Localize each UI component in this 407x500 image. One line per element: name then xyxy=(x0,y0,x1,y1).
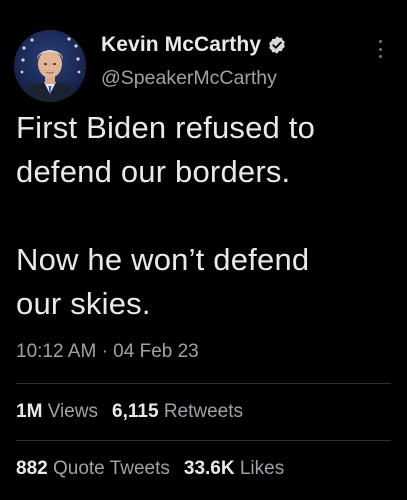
retweets-count: 6,115 xyxy=(112,401,159,422)
quote-label: Quote Tweets xyxy=(52,458,170,479)
divider xyxy=(16,440,391,441)
tweet-text: First Biden refused to defend our border… xyxy=(16,106,401,326)
author-display-name[interactable]: Kevin McCarthy xyxy=(101,33,261,57)
likes-stat[interactable]: 33.6K Likes xyxy=(184,458,284,480)
tweet-text-line: First Biden refused to xyxy=(16,110,316,145)
quote-count: 882 xyxy=(16,458,48,479)
dot xyxy=(378,47,382,51)
author-handle[interactable]: @SpeakerMcCarthy xyxy=(101,67,277,90)
dot xyxy=(378,40,382,43)
tweet-timestamp[interactable]: 10:12 AM · 04 Feb 23 xyxy=(16,341,199,363)
likes-label: Likes xyxy=(239,458,285,479)
divider xyxy=(16,383,391,384)
views-count: 1M xyxy=(16,401,43,422)
avatar[interactable] xyxy=(14,30,86,102)
views-stat[interactable]: 1M Views xyxy=(16,401,98,423)
more-options-icon[interactable] xyxy=(374,38,386,60)
tweet-text-line: our skies. xyxy=(16,286,151,321)
retweets-label: Retweets xyxy=(163,401,244,422)
timestamp-separator: · xyxy=(101,341,108,362)
views-label: Views xyxy=(47,401,99,422)
tweet-text-line: defend our borders. xyxy=(16,154,291,189)
tweet-date: 04 Feb 23 xyxy=(113,341,199,362)
tweet-time: 10:12 AM xyxy=(16,341,97,362)
verified-badge-icon xyxy=(267,35,287,55)
dot xyxy=(378,55,382,58)
author-name-row: Kevin McCarthy xyxy=(101,33,287,57)
profile-photo-icon xyxy=(14,30,86,102)
tweet-card: Kevin McCarthy @SpeakerMcCarthy First Bi… xyxy=(0,0,407,500)
stats-row-quotes-likes: 882 Quote Tweets 33.6K Likes xyxy=(16,458,298,480)
likes-count: 33.6K xyxy=(183,458,235,479)
quote-tweets-stat[interactable]: 882 Quote Tweets xyxy=(16,458,170,480)
retweets-stat[interactable]: 6,115 Retweets xyxy=(112,401,243,423)
tweet-text-line: Now he won’t defend xyxy=(16,242,310,277)
stats-row-views-retweets: 1M Views 6,115 Retweets xyxy=(16,401,257,423)
